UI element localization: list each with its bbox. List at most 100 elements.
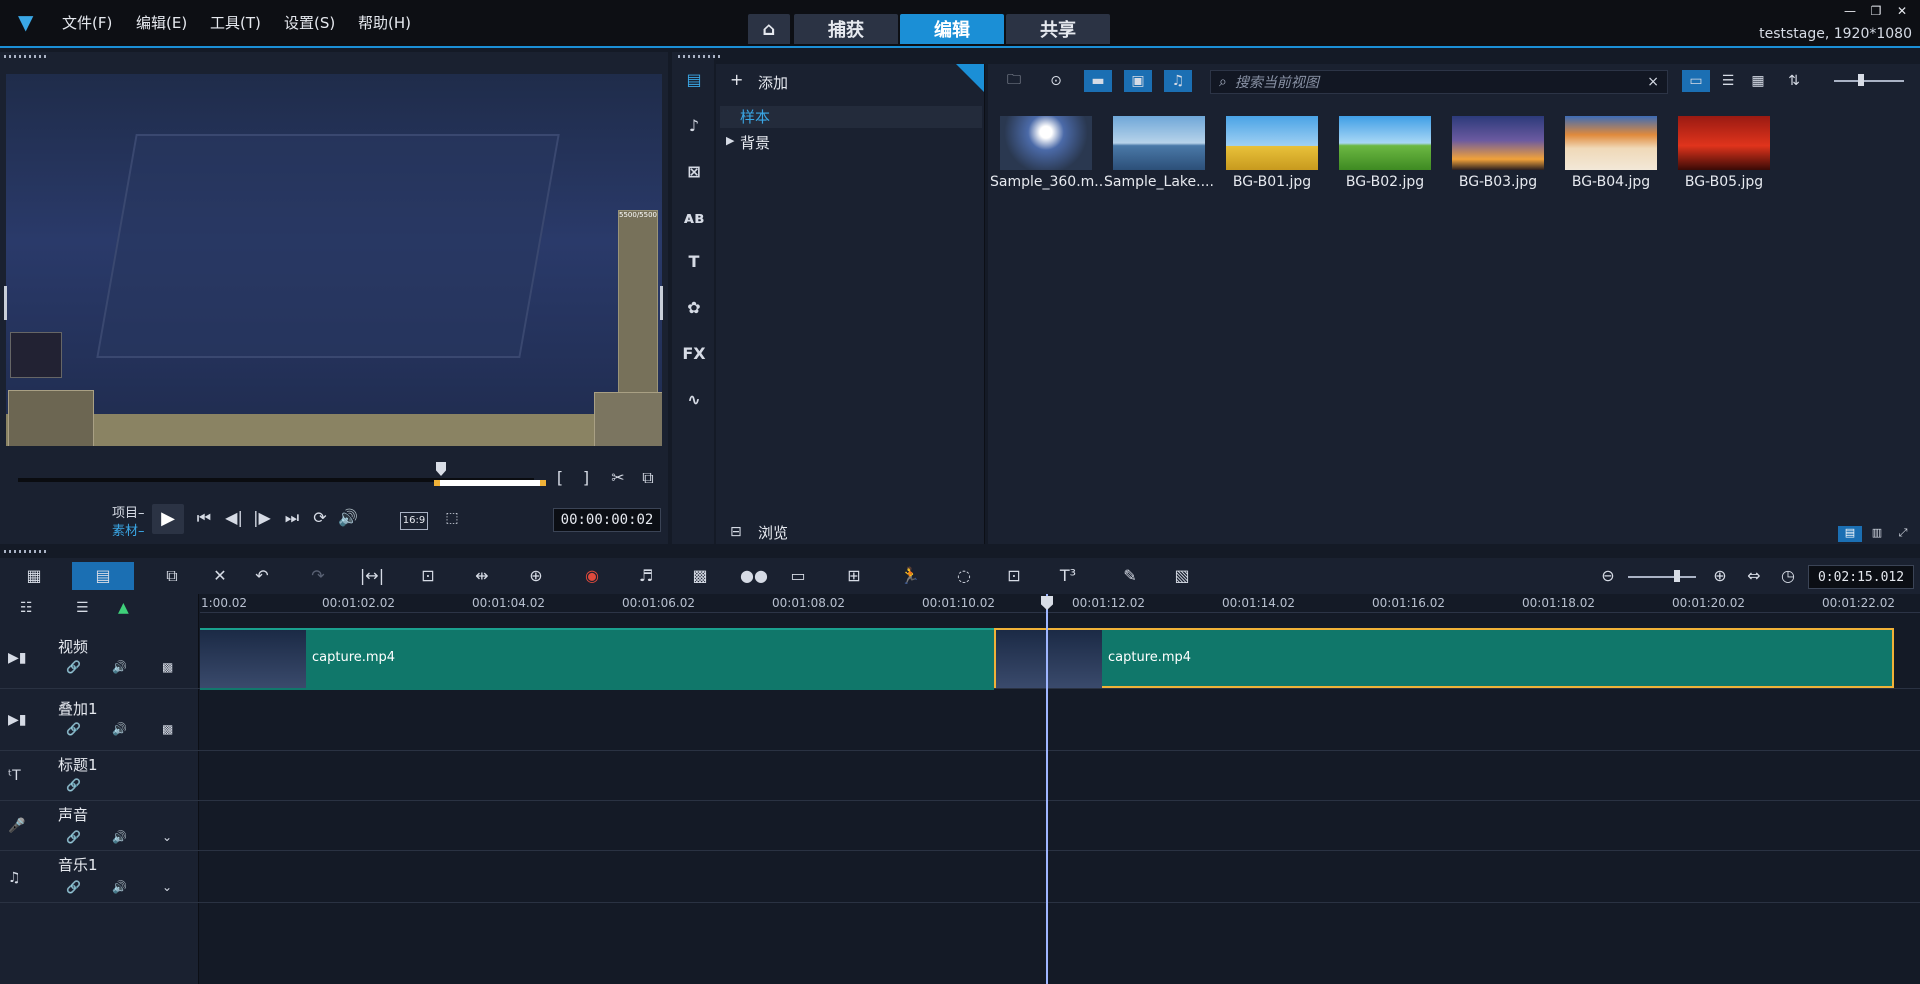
show-audio-icon[interactable]: ♫ — [1164, 70, 1192, 92]
view-list-icon[interactable]: ☰ — [1714, 70, 1742, 92]
repeat-icon[interactable]: ⟳ — [308, 508, 332, 527]
title-text-icon[interactable]: T — [682, 252, 706, 276]
mark-in-icon[interactable]: [ — [550, 468, 570, 487]
library-item[interactable]: Sample_Lake.... — [1103, 106, 1215, 200]
speed-ramp-icon[interactable]: ▧ — [1168, 562, 1196, 590]
blend-icon[interactable]: ●● — [740, 562, 768, 590]
tab-capture[interactable]: 捕获 — [794, 14, 898, 44]
aspect-ratio-button[interactable]: 16:9 — [400, 512, 428, 530]
import-media-icon[interactable]: 🗀 — [1000, 70, 1028, 92]
storyboard-view-icon[interactable]: ▦ — [20, 562, 48, 590]
library-options-icon[interactable]: ⤢ — [1892, 526, 1914, 542]
mute-icon[interactable]: 🔊 — [112, 830, 127, 844]
end-icon[interactable]: ⏭ — [280, 508, 304, 528]
preview-mode-icon[interactable]: ⬚ — [440, 510, 464, 526]
link-icon[interactable]: 🔗 — [66, 830, 81, 844]
fit-clip-icon[interactable]: ⊕ — [522, 562, 550, 590]
trim-range[interactable] — [434, 480, 546, 486]
link-icon[interactable]: 🔗 — [66, 778, 81, 792]
mute-icon[interactable]: 🔊 — [112, 880, 127, 894]
media-library-icon[interactable]: ▤ — [682, 70, 706, 94]
instant-project-icon[interactable]: ♪ — [682, 116, 706, 140]
enlarge-preview-icon[interactable]: ⧉ — [636, 468, 660, 488]
multicam-icon[interactable]: ▩ — [686, 562, 714, 590]
split-clip-icon[interactable]: ✂ — [606, 468, 630, 487]
timeline-ruler[interactable] — [200, 594, 1920, 613]
zoom-slider-handle[interactable] — [1674, 570, 1680, 582]
path-motion-icon[interactable]: ∿ — [682, 390, 706, 414]
subtitle-icon[interactable]: ▭ — [784, 562, 812, 590]
home-button[interactable]: ⌂ — [748, 14, 790, 44]
capture-icon[interactable]: ⊙ — [1042, 70, 1070, 92]
timeline-grip[interactable] — [4, 550, 48, 553]
sort-icon[interactable]: ⇅ — [1780, 70, 1808, 92]
thumb-size-slider[interactable] — [1834, 80, 1904, 82]
left-resize-handle[interactable] — [4, 286, 7, 320]
mode-clip-label[interactable]: 素材– — [112, 520, 145, 539]
timeline-view-icon[interactable]: ▤ — [72, 562, 134, 590]
fit-timeline-icon[interactable]: ⇔ — [1740, 562, 1768, 590]
library-panel-toggle-icon[interactable]: ▥ — [1866, 526, 1888, 542]
menu-settings[interactable]: 设置(S) — [284, 12, 335, 33]
transparency-icon[interactable]: ▩ — [162, 722, 173, 736]
close-icon[interactable]: ✕ — [1892, 4, 1912, 20]
chevron-down-icon[interactable]: ⌄ — [162, 880, 172, 894]
mute-icon[interactable]: 🔊 — [112, 660, 127, 674]
mute-icon[interactable]: 🔊 — [112, 722, 127, 736]
menu-edit[interactable]: 编辑(E) — [136, 12, 187, 33]
library-item[interactable]: BG-B03.jpg — [1442, 106, 1554, 200]
redo-icon[interactable]: ↷ — [304, 562, 332, 590]
add-folder-icon[interactable]: + — [730, 70, 743, 89]
folder-expand-icon[interactable]: ▶ — [726, 134, 734, 147]
play-button[interactable]: ▶ — [152, 504, 184, 534]
menu-file[interactable]: 文件(F) — [62, 12, 112, 33]
library-item[interactable]: BG-B05.jpg — [1668, 106, 1780, 200]
tools-icon[interactable]: ✕ — [206, 562, 234, 590]
library-item[interactable]: BG-B01.jpg — [1216, 106, 1328, 200]
folder-sample[interactable]: 样本 — [720, 106, 982, 128]
search-field[interactable]: ⌕ 搜索当前视图 × — [1210, 70, 1668, 94]
stretch-icon[interactable]: ⇹ — [468, 562, 496, 590]
browse-button[interactable]: 浏览 — [758, 522, 788, 543]
split-screen-icon[interactable]: ⊞ — [840, 562, 868, 590]
preview-timecode[interactable]: 00:00:00:02 — [553, 508, 661, 532]
copy-attributes-icon[interactable]: ⧉ — [158, 562, 186, 590]
volume-icon[interactable]: 🔊 — [336, 508, 360, 527]
timeline-timecode[interactable]: 0:02:15.012 — [1808, 565, 1914, 589]
zoom-slider[interactable] — [1628, 576, 1696, 578]
mode-project-label[interactable]: 项目– — [112, 502, 145, 521]
timeline-clip-selected[interactable]: capture.mp4 — [994, 628, 1894, 688]
view-grid-icon[interactable]: ▦ — [1744, 70, 1772, 92]
mark-out-icon[interactable]: ] — [576, 468, 596, 487]
show-photo-icon[interactable]: ▣ — [1124, 70, 1152, 92]
fit-project-icon[interactable]: |↔| — [358, 562, 386, 590]
painting-icon[interactable]: ✎ — [1116, 562, 1144, 590]
filter-ab-icon[interactable]: ᴀʙ — [682, 208, 706, 232]
thumb-size-handle[interactable] — [1858, 74, 1864, 86]
home-start-icon[interactable]: ⏮ — [192, 508, 216, 528]
link-icon[interactable]: 🔗 — [66, 722, 81, 736]
link-icon[interactable]: 🔗 — [66, 880, 81, 894]
add-folder-button[interactable]: 添加 — [758, 72, 788, 93]
graphics-icon[interactable]: ✿ — [682, 298, 706, 322]
menu-help[interactable]: 帮助(H) — [358, 12, 411, 33]
library-item[interactable]: BG-B04.jpg — [1555, 106, 1667, 200]
3d-title-icon[interactable]: T³ — [1054, 562, 1082, 590]
zoom-in-icon[interactable]: ⊕ — [1706, 562, 1734, 590]
screen-capture-icon[interactable]: ⊡ — [1000, 562, 1028, 590]
library-item[interactable]: BG-B02.jpg — [1329, 106, 1441, 200]
mask-icon[interactable]: ◌ — [950, 562, 978, 590]
tab-edit[interactable]: 编辑 — [900, 14, 1004, 44]
record-icon[interactable]: ◉ — [578, 562, 606, 590]
chapter-point-icon[interactable]: ☰ — [76, 600, 89, 616]
playhead-line[interactable] — [1046, 594, 1048, 984]
tab-share[interactable]: 共享 — [1006, 14, 1110, 44]
library-view-toggle-icon[interactable]: ▤ — [1838, 526, 1862, 542]
show-video-icon[interactable]: ▬ — [1084, 70, 1112, 92]
library-grip[interactable] — [678, 55, 722, 58]
zoom-out-icon[interactable]: ⊖ — [1594, 562, 1622, 590]
minimize-icon[interactable]: — — [1840, 4, 1860, 20]
undo-icon[interactable]: ↶ — [248, 562, 276, 590]
clear-search-icon[interactable]: × — [1647, 74, 1659, 90]
menu-tools[interactable]: 工具(T) — [210, 12, 261, 33]
